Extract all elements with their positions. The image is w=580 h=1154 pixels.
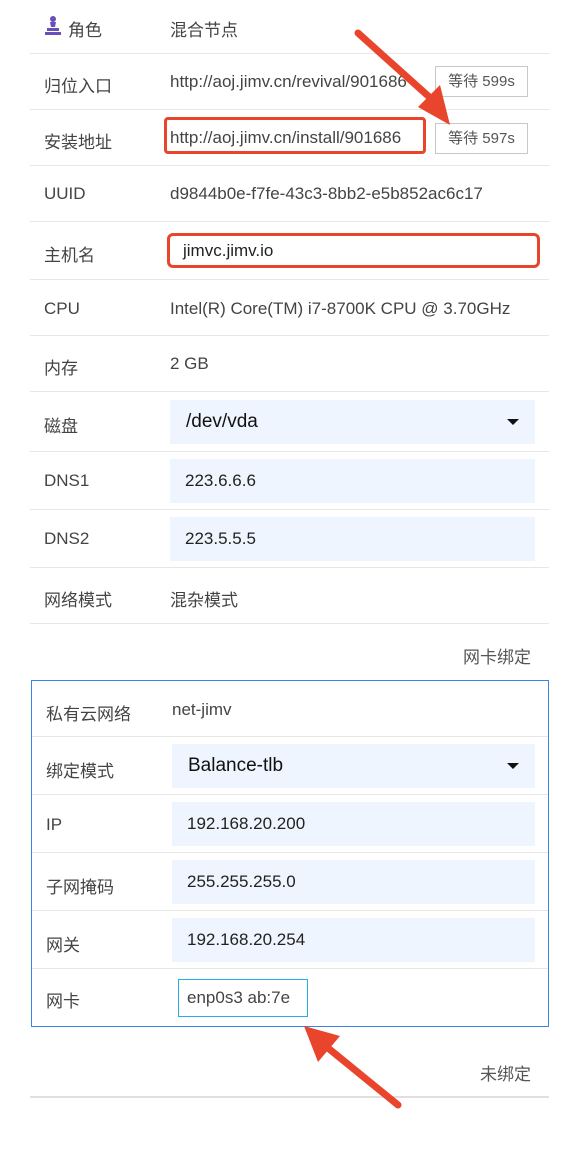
uuid-value: d9844b0e-f7fe-43c3-8bb2-e5b852ac6c17 xyxy=(170,184,483,203)
uuid-row: UUID d9844b0e-f7fe-43c3-8bb2-e5b852ac6c1… xyxy=(30,166,549,222)
unbound-label: 未绑定 xyxy=(480,1065,531,1084)
cpu-value: Intel(R) Core(TM) i7-8700K CPU @ 3.70GHz xyxy=(170,299,511,318)
hostname-highlight xyxy=(167,233,540,268)
network-mode-label: 网络模式 xyxy=(44,591,112,610)
bind-nic-link[interactable]: 网卡绑定 xyxy=(463,643,531,668)
install-label: 安装地址 xyxy=(44,133,112,152)
dns2-input[interactable]: 223.5.5.5 xyxy=(170,517,535,561)
dns1-input[interactable]: 223.6.6.6 xyxy=(170,459,535,503)
bond-mode-select[interactable]: Balance-tlb xyxy=(172,744,535,788)
network-mode-row: 网络模式 混杂模式 xyxy=(30,568,549,624)
nic-chip[interactable]: enp0s3 ab:7e xyxy=(178,979,308,1017)
annotation-arrow-bottom xyxy=(304,1026,402,1109)
bottom-divider xyxy=(30,1096,549,1098)
role-label: 角色 xyxy=(68,21,102,40)
role-value: 混合节点 xyxy=(170,21,238,40)
memory-row: 内存 2 GB xyxy=(30,336,549,392)
dns1-row: DNS1 223.6.6.6 xyxy=(30,452,549,510)
disk-row: 磁盘 /dev/vda xyxy=(30,392,549,452)
gateway-input[interactable]: 192.168.20.254 xyxy=(172,918,535,962)
disk-select-value: /dev/vda xyxy=(186,411,258,432)
cpu-label: CPU xyxy=(44,299,80,318)
chevron-down-icon xyxy=(507,763,519,769)
disk-label: 磁盘 xyxy=(44,417,78,436)
ip-input[interactable]: 192.168.20.200 xyxy=(172,802,535,846)
disk-select[interactable]: /dev/vda xyxy=(170,400,535,444)
bond-mode-label: 绑定模式 xyxy=(46,762,114,781)
private-network-label: 私有云网络 xyxy=(46,705,131,724)
chess-piece-icon xyxy=(44,15,62,40)
revival-row: 归位入口 http://aoj.jimv.cn/revival/901686 等… xyxy=(30,54,549,110)
cpu-row: CPU Intel(R) Core(TM) i7-8700K CPU @ 3.7… xyxy=(30,280,549,336)
netmask-row: 子网掩码 255.255.255.0 xyxy=(32,853,548,911)
uuid-label: UUID xyxy=(44,184,86,203)
network-mode-value: 混杂模式 xyxy=(170,591,238,610)
nic-row: 网卡 enp0s3 ab:7e xyxy=(32,969,548,1025)
netmask-input[interactable]: 255.255.255.0 xyxy=(172,860,535,904)
memory-value: 2 GB xyxy=(170,354,209,373)
bond-mode-select-value: Balance-tlb xyxy=(188,755,284,776)
dns1-label: DNS1 xyxy=(44,471,90,490)
nic-label: 网卡 xyxy=(46,992,80,1011)
annotation-arrow-top xyxy=(354,29,450,125)
private-network-row: 私有云网络 net-jimv xyxy=(32,681,548,737)
role-row: 角色 混合节点 xyxy=(30,0,549,54)
bond-mode-row: 绑定模式 Balance-tlb xyxy=(32,737,548,795)
ip-label: IP xyxy=(46,815,63,834)
hostname-label: 主机名 xyxy=(44,246,95,265)
gateway-label: 网关 xyxy=(46,936,80,955)
private-network-value: net-jimv xyxy=(172,700,232,719)
dns2-label: DNS2 xyxy=(44,529,90,548)
dns2-row: DNS2 223.5.5.5 xyxy=(30,510,549,568)
ip-row: IP 192.168.20.200 xyxy=(32,795,548,853)
netmask-label: 子网掩码 xyxy=(46,878,114,897)
revival-label: 归位入口 xyxy=(44,77,112,96)
gateway-row: 网关 192.168.20.254 xyxy=(32,911,548,969)
chevron-down-icon xyxy=(507,419,519,425)
memory-label: 内存 xyxy=(44,359,78,378)
bond-panel: 私有云网络 net-jimv 绑定模式 Balance-tlb IP 192.1… xyxy=(31,680,549,1027)
